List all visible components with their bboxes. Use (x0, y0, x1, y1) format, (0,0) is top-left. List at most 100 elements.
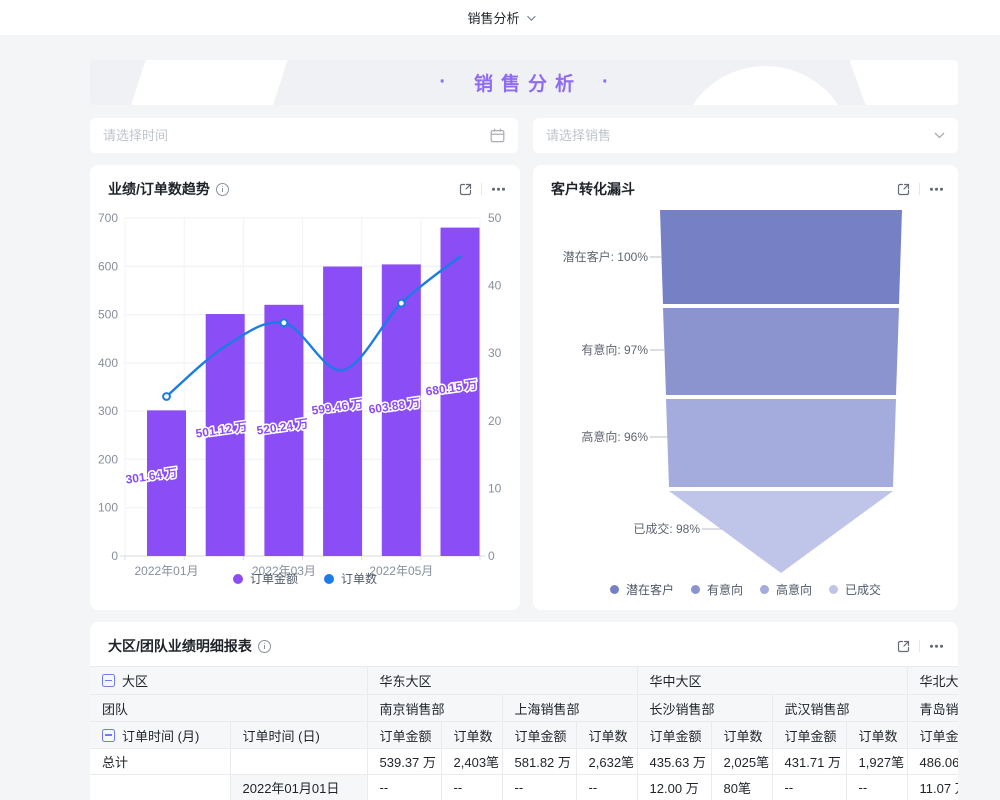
icon-divider (919, 640, 920, 652)
funnel-chart-card: 客户转化漏斗 潜在客户: 100%有意向: 97%高意向: 96%已成交: 98… (533, 165, 958, 610)
icon-divider (481, 183, 482, 195)
funnel-legend-item[interactable]: 潜在客户 (610, 581, 674, 598)
calendar-icon[interactable] (490, 128, 505, 143)
trend-legend-item[interactable]: 订单金额 (233, 570, 298, 587)
value-cell: 2,025笔 (711, 749, 772, 775)
measure-header-cell: 订单金额 (772, 722, 846, 749)
measure-header-cell: 订单金额 (502, 722, 576, 749)
value-cell: 2,632笔 (576, 749, 637, 775)
chevron-down-icon[interactable] (527, 12, 535, 20)
svg-text:700: 700 (98, 211, 118, 225)
value-cell: -- (367, 775, 441, 800)
trend-chart: 010020030040050060070001020304050301.64 … (90, 165, 520, 610)
funnel-chart-legend: 潜在客户有意向高意向已成交 (533, 581, 958, 598)
more-icon[interactable] (929, 182, 944, 196)
banner-dot-left: · (439, 71, 446, 94)
trend-chart-card: 业绩/订单数趋势 0100200300400500600700010203040… (90, 165, 520, 610)
banner: · 销售分析 · (90, 60, 958, 105)
main-content: · 销售分析 · 业绩/订单数趋势 (90, 60, 958, 800)
day-cell (230, 749, 367, 775)
team-header-cell: 上海销售部 (502, 695, 637, 722)
collapse-icon[interactable] (102, 729, 115, 742)
topbar: 销售分析 (0, 0, 1000, 36)
value-cell: -- (846, 775, 907, 800)
table-row: 订单时间 (月)订单时间 (日)订单金额订单数订单金额订单数订单金额订单数订单金… (90, 722, 958, 749)
report-table-card: 大区/团队业绩明细报表 大区华东大区华中大区华北大区团队南京销售部上海销售部长沙… (90, 622, 958, 800)
region-row-header: 大区 (90, 667, 367, 695)
measure-header-cell: 订单数 (846, 722, 907, 749)
sales-filter[interactable] (533, 118, 958, 153)
report-table-title: 大区/团队业绩明细报表 (108, 636, 252, 656)
legend-dot-icon (324, 574, 334, 584)
measure-header-cell: 订单数 (576, 722, 637, 749)
info-icon[interactable] (216, 183, 229, 196)
expand-icon[interactable] (897, 183, 910, 196)
measure-header-cell: 订单金额 (907, 722, 958, 749)
charts-row: 业绩/订单数趋势 0100200300400500600700010203040… (90, 165, 958, 610)
value-cell: 435.63 万 (637, 749, 711, 775)
value-cell: 539.37 万 (367, 749, 441, 775)
team-header-cell: 南京销售部 (367, 695, 502, 722)
value-cell: 581.82 万 (502, 749, 576, 775)
banner-decoration-circle (678, 66, 853, 105)
day-cell: 2022年01月01日 (230, 775, 367, 800)
trend-chart-legend: 订单金额 订单数 (90, 570, 520, 587)
region-header-cell: 华中大区 (637, 667, 907, 695)
table-row: 总计539.37 万2,403笔581.82 万2,632笔435.63 万2,… (90, 749, 958, 775)
chevron-down-icon[interactable] (934, 132, 945, 139)
svg-text:300: 300 (98, 404, 118, 418)
team-row-header: 团队 (90, 695, 367, 722)
report-table: 大区华东大区华中大区华北大区团队南京销售部上海销售部长沙销售部武汉销售部青岛销售… (90, 666, 958, 800)
measure-header-cell: 订单金额 (637, 722, 711, 749)
svg-text:200: 200 (98, 452, 118, 466)
svg-text:100: 100 (98, 501, 118, 515)
filter-row (90, 118, 958, 153)
value-cell: -- (441, 775, 502, 800)
value-cell: -- (502, 775, 576, 800)
svg-text:已成交: 98%: 已成交: 98% (633, 521, 700, 536)
month-cell: 总计 (90, 749, 230, 775)
svg-text:40: 40 (488, 279, 502, 293)
funnel-chart: 潜在客户: 100% 有意向: 97% 高意向: 96% 已成交: 98% (533, 165, 958, 610)
time-filter-input[interactable] (103, 128, 490, 143)
banner-dot-right: · (602, 71, 609, 94)
team-header-cell: 武汉销售部 (772, 695, 907, 722)
expand-icon[interactable] (897, 640, 910, 653)
time-month-header: 订单时间 (月) (90, 722, 230, 749)
sales-filter-input[interactable] (546, 128, 934, 143)
dashboard-switcher[interactable]: 销售分析 (467, 8, 519, 27)
expand-icon[interactable] (459, 183, 472, 196)
svg-text:有意向: 97%: 有意向: 97% (581, 342, 648, 357)
svg-text:0: 0 (111, 549, 118, 563)
more-icon[interactable] (929, 639, 944, 653)
funnel-legend-item[interactable]: 有意向 (691, 581, 743, 598)
info-icon[interactable] (258, 640, 271, 653)
team-header-cell: 青岛销售部 (907, 695, 958, 722)
value-cell: 486.06 万 (907, 749, 958, 775)
svg-text:400: 400 (98, 356, 118, 370)
measure-header-cell: 订单数 (441, 722, 502, 749)
legend-dot-icon (610, 585, 619, 594)
svg-text:0: 0 (488, 549, 495, 563)
measure-header-cell: 订单数 (711, 722, 772, 749)
measure-header-cell: 订单金额 (367, 722, 441, 749)
trend-legend-item[interactable]: 订单数 (324, 570, 377, 587)
funnel-legend-item[interactable]: 已成交 (829, 581, 881, 598)
collapse-icon[interactable] (102, 674, 115, 687)
funnel-legend-item[interactable]: 高意向 (760, 581, 812, 598)
value-cell: -- (576, 775, 637, 800)
more-icon[interactable] (491, 182, 506, 196)
month-cell (90, 775, 230, 800)
svg-text:600: 600 (98, 259, 118, 273)
table-row: 团队南京销售部上海销售部长沙销售部武汉销售部青岛销售部 (90, 695, 958, 722)
report-table-wrap[interactable]: 大区华东大区华中大区华北大区团队南京销售部上海销售部长沙销售部武汉销售部青岛销售… (90, 666, 958, 800)
svg-text:潜在客户: 100%: 潜在客户: 100% (563, 249, 649, 264)
value-cell: 80笔 (711, 775, 772, 800)
banner-decoration-right (850, 60, 958, 105)
legend-dot-icon (829, 585, 838, 594)
value-cell: 1,927笔 (846, 749, 907, 775)
time-day-header: 订单时间 (日) (230, 722, 367, 749)
svg-text:高意向: 96%: 高意向: 96% (581, 429, 648, 444)
time-filter[interactable] (90, 118, 518, 153)
table-row: 2022年01月01日--------12.00 万80笔----11.07 万 (90, 775, 958, 800)
